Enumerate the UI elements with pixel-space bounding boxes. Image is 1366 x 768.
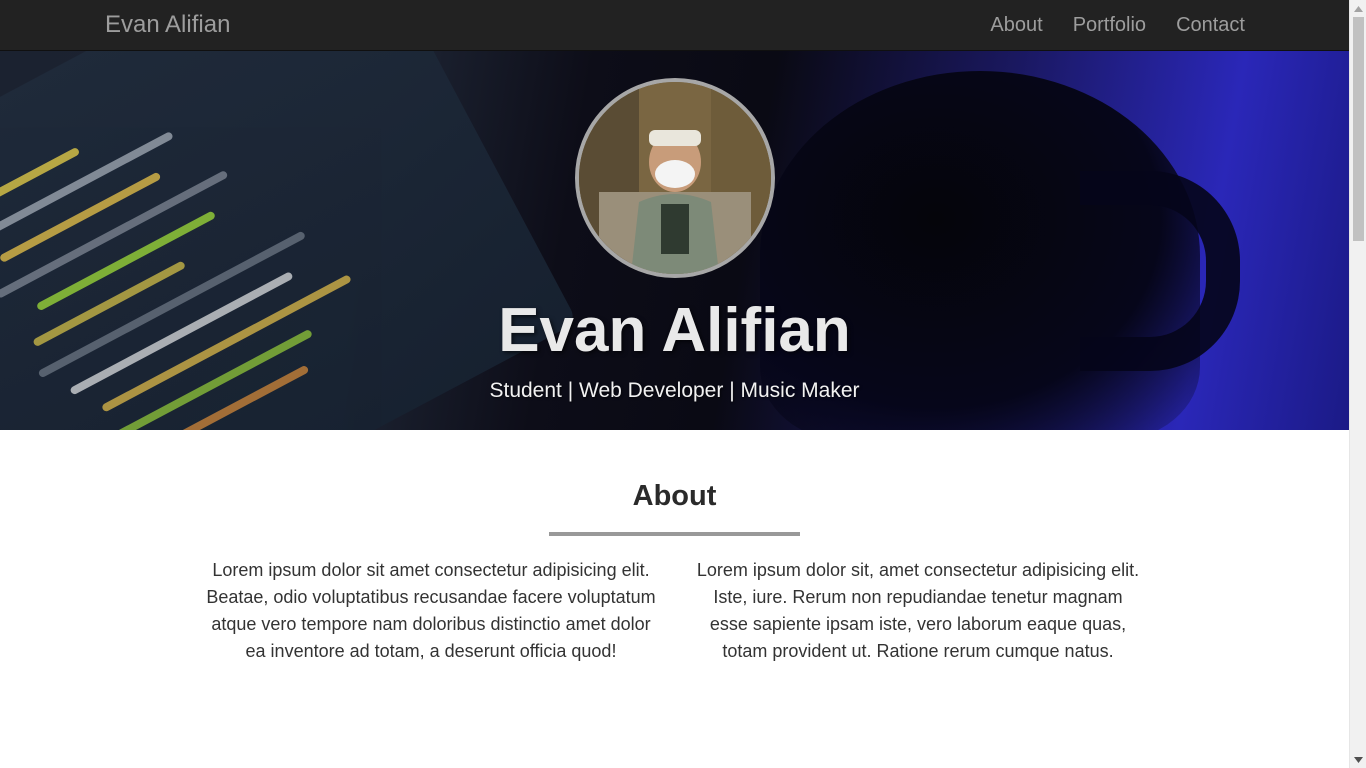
- nav-link-about[interactable]: About: [990, 13, 1042, 37]
- triangle-down-icon: [1354, 756, 1363, 763]
- scroll-down-button[interactable]: [1350, 751, 1366, 768]
- hero-tagline: Student | Web Developer | Music Maker: [489, 379, 860, 402]
- triangle-up-icon: [1354, 5, 1363, 12]
- brand-link[interactable]: Evan Alifian: [105, 11, 230, 39]
- avatar: [575, 78, 775, 278]
- vertical-scrollbar[interactable]: [1349, 0, 1366, 768]
- scroll-up-button[interactable]: [1350, 0, 1366, 17]
- about-divider: [549, 532, 800, 536]
- nav-menu: About Portfolio Contact: [990, 13, 1245, 37]
- scroll-thumb[interactable]: [1353, 17, 1364, 241]
- page: Evan Alifian About Portfolio Contact Eva…: [0, 0, 1349, 768]
- nav-link-portfolio[interactable]: Portfolio: [1073, 13, 1146, 37]
- nav-link-contact[interactable]: Contact: [1176, 13, 1245, 37]
- hero-banner: Evan Alifian Student | Web Developer | M…: [0, 51, 1349, 430]
- about-text-left: Lorem ipsum dolor sit amet consectetur a…: [206, 560, 656, 661]
- about-title: About: [632, 480, 717, 512]
- hero-name: Evan Alifian: [498, 296, 851, 365]
- hero-background-laptop: [0, 51, 578, 430]
- avatar-photo: [579, 82, 771, 274]
- about-text-right: Lorem ipsum dolor sit, amet consectetur …: [696, 560, 1140, 661]
- navbar: Evan Alifian About Portfolio Contact: [0, 0, 1349, 51]
